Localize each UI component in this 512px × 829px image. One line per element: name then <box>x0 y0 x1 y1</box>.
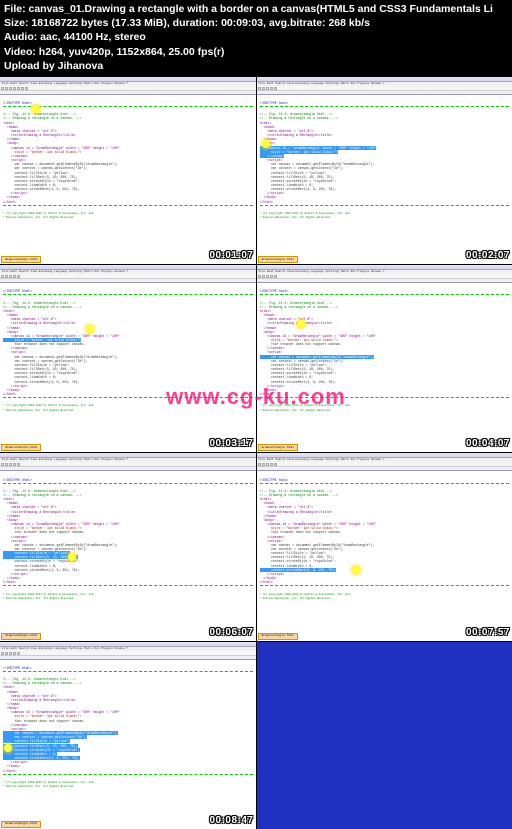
file-tab[interactable]: drawrectangle.html <box>1 633 41 640</box>
thumb-1: File Edit Search View Encoding Language … <box>0 77 256 264</box>
cursor-highlight-icon <box>262 140 270 148</box>
thumb-4: File Edit Search View Encoding Language … <box>257 265 512 452</box>
thumb-2: File Edit Search View Encoding Language … <box>257 77 512 264</box>
code-area[interactable]: <!DOCTYPE html> <!-- Fig. 14.2: drawrect… <box>0 95 256 226</box>
cursor-highlight-icon <box>32 105 40 113</box>
timestamp: 00:06:07 <box>209 626 253 639</box>
file-line: File: canvas_01.Drawing a rectangle with… <box>4 2 508 16</box>
file-tab[interactable]: drawrectangle.html <box>258 256 298 263</box>
timestamp: 00:02:07 <box>466 249 510 262</box>
upload-line: Upload by Jihanova <box>4 59 508 73</box>
file-tab[interactable]: drawrectangle.html <box>1 444 41 451</box>
thumb-8-empty <box>257 642 512 829</box>
code-area[interactable]: <!DOCTYPE html> <!-- Fig. 14.2: drawrect… <box>0 660 256 795</box>
timestamp: 00:01:07 <box>209 249 253 262</box>
file-tab[interactable]: drawrectangle.html <box>1 821 41 828</box>
thumb-3: File Edit Search View Encoding Language … <box>0 265 256 452</box>
file-tab[interactable]: drawrectangle.html <box>258 444 298 451</box>
audio-line: Audio: aac, 44100 Hz, stereo <box>4 30 508 44</box>
code-area[interactable]: <!DOCTYPE html> <!-- Fig. 14.2: drawrect… <box>257 283 512 418</box>
media-info-header: File: canvas_01.Drawing a rectangle with… <box>0 0 512 77</box>
cursor-highlight-icon <box>297 320 305 328</box>
cursor-highlight-icon <box>352 566 360 574</box>
file-tab[interactable]: drawrectangle.html <box>1 256 41 263</box>
video-line: Video: h264, yuv420p, 1152x864, 25.00 fp… <box>4 45 508 59</box>
timestamp: 00:08:47 <box>209 814 253 827</box>
code-area[interactable]: <!DOCTYPE html> <!-- Fig. 14.2: drawrect… <box>0 471 256 606</box>
timestamp: 00:04:07 <box>466 437 510 450</box>
thumbnail-grid: File Edit Search View Encoding Language … <box>0 77 512 829</box>
code-area[interactable]: <!DOCTYPE html> <!-- Fig. 14.2: drawrect… <box>257 95 512 226</box>
code-area[interactable]: <!DOCTYPE html> <!-- Fig. 14.2: drawrect… <box>0 283 256 418</box>
thumb-5: File Edit Search View Encoding Language … <box>0 453 256 640</box>
timestamp: 00:03:17 <box>209 437 253 450</box>
thumb-7: File Edit Search View Encoding Language … <box>0 642 256 829</box>
size-line: Size: 18168722 bytes (17.33 MiB), durati… <box>4 16 508 30</box>
file-tab[interactable]: drawrectangle.html <box>258 633 298 640</box>
thumb-6: File Edit Search View Encoding Language … <box>257 453 512 640</box>
code-area[interactable]: <!DOCTYPE html> <!-- Fig. 14.2: drawrect… <box>257 471 512 606</box>
timestamp: 00:07:57 <box>466 626 510 639</box>
cursor-highlight-icon <box>4 744 12 752</box>
